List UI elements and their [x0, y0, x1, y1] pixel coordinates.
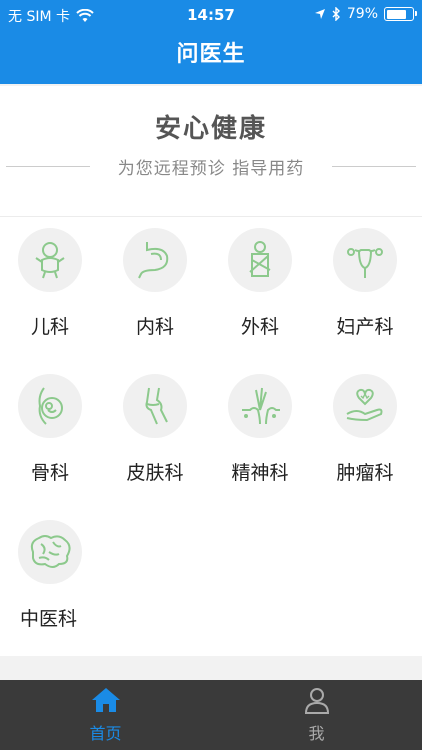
status-bar: 无 SIM 卡 14:57 79%: [0, 0, 422, 30]
uterus-icon: [347, 248, 383, 278]
department-label: 肿瘤科: [336, 462, 394, 484]
department-label: 中医科: [20, 608, 78, 630]
skin-hair-icon: [242, 387, 280, 425]
department-item-psychiatry[interactable]: 精神科: [210, 368, 315, 508]
brain-icon: [30, 535, 71, 568]
bone-joint-icon: [145, 387, 168, 425]
section-divider: [0, 216, 422, 217]
department-item-orthopedics[interactable]: 骨科: [0, 368, 105, 508]
tab-me[interactable]: 我: [211, 680, 422, 750]
banner-title: 安心健康: [154, 114, 267, 144]
home-icon: [91, 688, 120, 712]
department-card: 安心健康 为您远程预诊 指导用药 儿科 内科 外科 妇产科 骨科 皮肤科 精神科…: [0, 86, 422, 656]
department-item-pediatrics[interactable]: 儿科: [0, 222, 105, 362]
surgery-arm-sling-icon: [249, 241, 271, 277]
department-item-internal-medicine[interactable]: 内科: [105, 222, 210, 362]
tab-label: 我: [308, 724, 325, 743]
divider-right: [332, 166, 416, 167]
department-item-surgery[interactable]: 外科: [210, 222, 315, 362]
location-arrow-icon: [314, 9, 325, 19]
page-title: 问医生: [176, 42, 246, 67]
pregnancy-icon: [38, 387, 63, 425]
tab-home[interactable]: 首页: [0, 680, 211, 750]
tab-label: 首页: [89, 724, 122, 743]
bluetooth-icon: [332, 7, 340, 21]
tab-bar: 首页 我: [0, 680, 422, 750]
department-label: 妇产科: [336, 316, 394, 338]
stomach-icon: [138, 242, 169, 279]
banner-subtitle-row: 为您远程预诊 指导用药: [6, 154, 416, 179]
department-label: 骨科: [30, 462, 69, 484]
department-item-traditional-chinese-medicine[interactable]: 中医科: [0, 514, 105, 654]
department-item-oncology[interactable]: 肿瘤科: [315, 368, 420, 508]
department-label: 内科: [135, 316, 174, 338]
department-label: 儿科: [30, 316, 69, 338]
baby-icon: [35, 242, 65, 279]
nav-bar: 问医生: [0, 30, 422, 84]
department-item-dermatology[interactable]: 皮肤科: [105, 368, 210, 508]
department-label: 外科: [240, 316, 279, 338]
battery-percent: 79%: [346, 6, 378, 22]
user-icon: [304, 688, 329, 714]
department-item-obstetrics-gynecology[interactable]: 妇产科: [315, 222, 420, 362]
department-label: 精神科: [231, 462, 289, 484]
hand-heart-icon: [346, 388, 383, 422]
department-label: 皮肤科: [126, 462, 184, 484]
battery-icon: [384, 7, 417, 21]
